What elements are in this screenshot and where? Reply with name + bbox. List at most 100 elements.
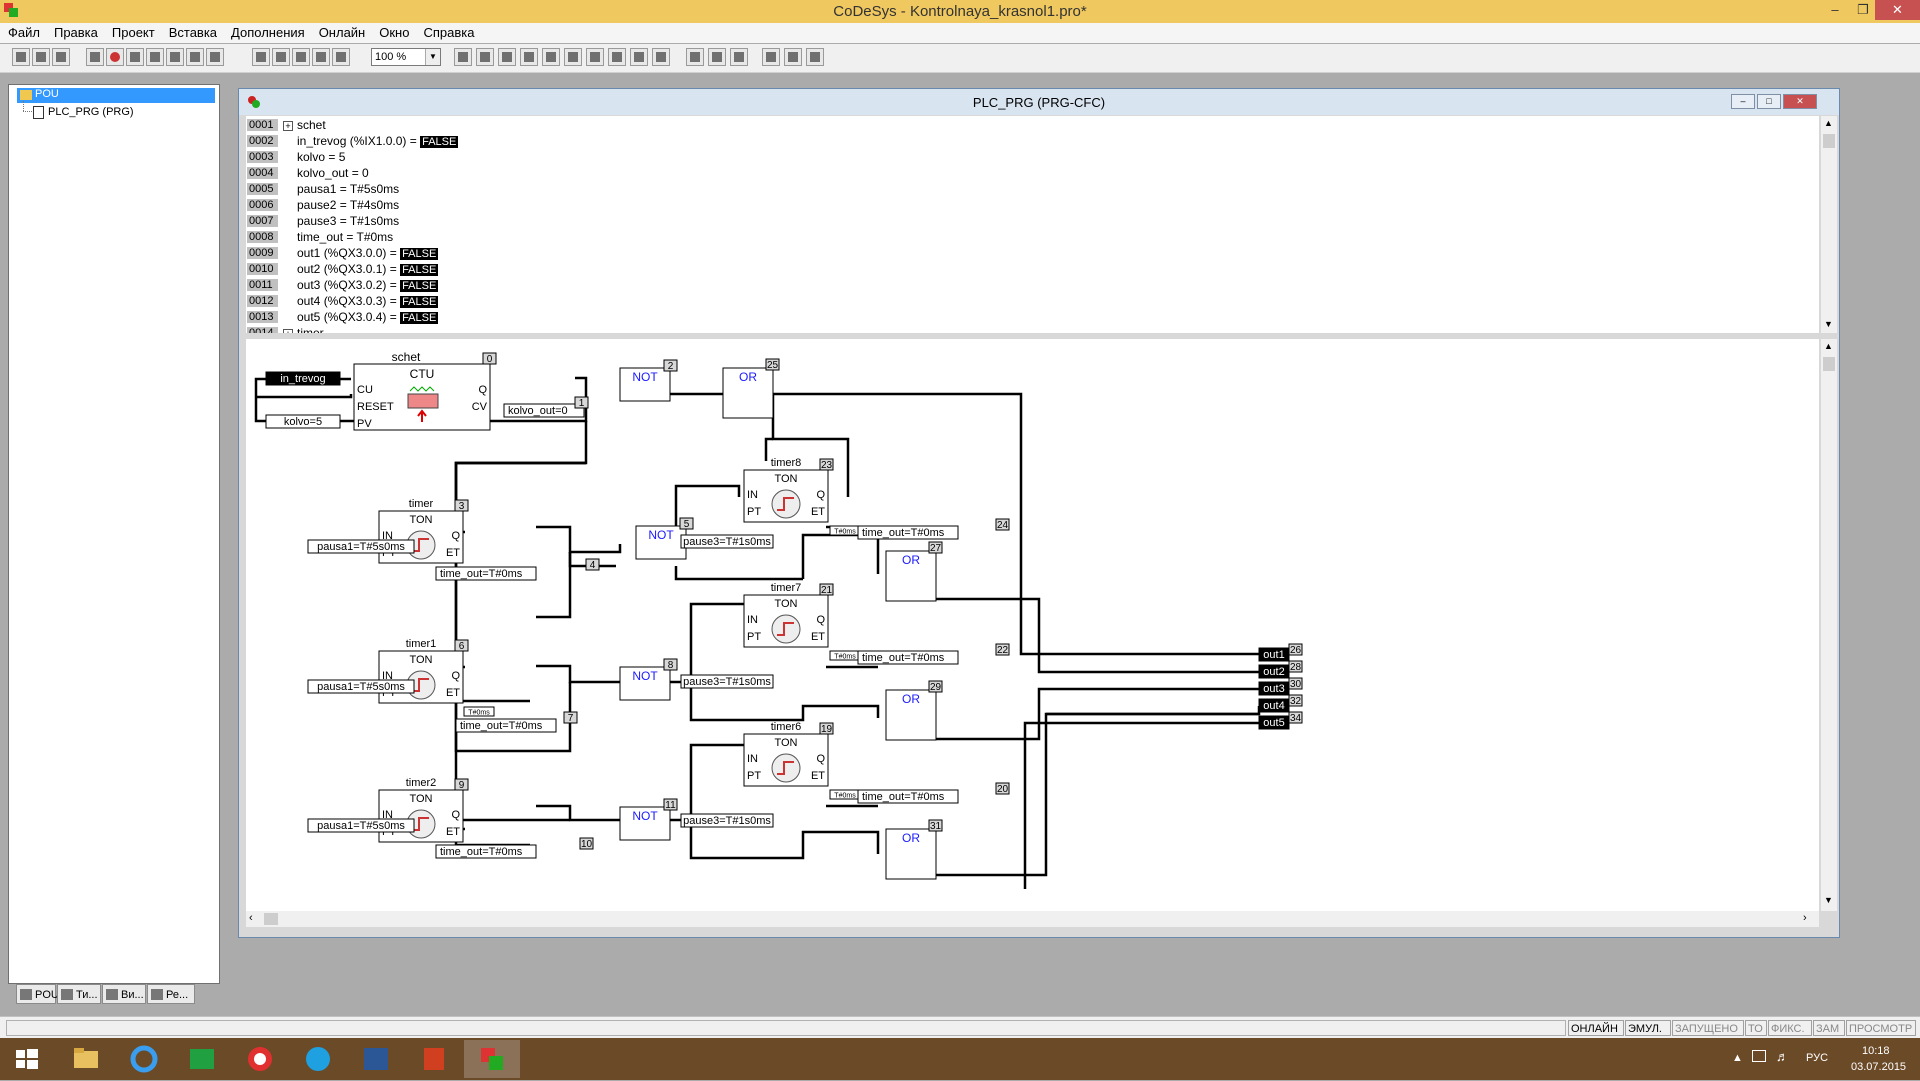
pdf-reader-icon[interactable] [406,1040,462,1078]
cfc-input-icon[interactable] [454,48,472,66]
paste-icon[interactable] [292,48,310,66]
chevron-up-icon[interactable]: ▲ [1824,341,1833,351]
clock-date[interactable]: 03.07.2015 [1851,1061,1906,1073]
find-next-icon[interactable] [332,48,350,66]
new-icon[interactable] [12,48,30,66]
chevron-down-icon[interactable]: ▼ [425,49,440,65]
cfc-label-icon[interactable] [542,48,560,66]
scroll-thumb[interactable] [1823,134,1835,148]
zoom-select[interactable]: 100 % ▼ [371,48,441,66]
skype-icon[interactable] [290,1040,346,1078]
yandex-browser-icon[interactable] [232,1040,288,1078]
cfc-set-reset-icon[interactable] [630,48,648,66]
order-first-icon[interactable] [762,48,780,66]
close-button[interactable]: ✕ [1875,0,1920,20]
declaration-line[interactable]: time_out = T#0ms [297,231,393,244]
step-icon[interactable] [146,48,164,66]
editor-close-button[interactable]: ✕ [1783,94,1817,109]
scroll-thumb[interactable] [1823,357,1835,371]
chevron-down-icon[interactable]: ▼ [1824,895,1833,905]
declaration-scrollbar[interactable]: ▲ ▼ [1821,116,1837,333]
declaration-line[interactable]: out4 (%QX3.0.3) = FALSE [297,295,439,309]
tab-resources[interactable]: Ре... [147,984,195,1004]
macro-in-icon[interactable] [708,48,726,66]
menu-help[interactable]: Справка [416,23,481,43]
declaration-line[interactable]: kolvo_out = 0 [297,167,369,180]
order-prev-icon[interactable] [784,48,802,66]
menu-project[interactable]: Проект [105,23,162,43]
declaration-text: schet [297,118,326,132]
restore-button[interactable]: ❐ [1848,0,1878,20]
word-icon[interactable] [348,1040,404,1078]
menu-edit[interactable]: Правка [47,23,105,43]
editor-maximize-button[interactable]: □ [1757,94,1781,109]
declaration-editor[interactable]: 0001 + schet 0002 in_trevog (%IX1.0.0) = FAL… [246,116,1819,333]
chevron-up-icon[interactable]: ▲ [1824,118,1833,128]
editor-splitter[interactable] [246,333,1837,338]
clock-time[interactable]: 10:18 [1862,1045,1890,1057]
release-force-icon[interactable] [206,48,224,66]
menu-window[interactable]: Окно [372,23,416,43]
tree-item-pou[interactable]: POU [17,88,215,103]
declaration-line[interactable]: pause2 = T#4s0ms [297,199,399,212]
force-values-icon[interactable] [186,48,204,66]
internet-explorer-icon[interactable] [116,1040,172,1078]
macro-out-icon[interactable] [730,48,748,66]
declaration-line[interactable]: out3 (%QX3.0.2) = FALSE [297,279,439,293]
cfc-comment-icon[interactable] [586,48,604,66]
timer-icon [771,753,801,783]
tab-pou[interactable]: POU [16,984,59,1004]
write-values-icon[interactable] [166,48,184,66]
cfc-enable-icon[interactable] [652,48,670,66]
cfc-return-icon[interactable] [564,48,582,66]
cfc-negate-icon[interactable] [608,48,626,66]
chevron-left-icon[interactable]: ‹ [249,912,253,924]
tab-types[interactable]: Ти... [57,984,101,1004]
codesys-taskbar-icon[interactable] [464,1040,520,1078]
cfc-jump-icon[interactable] [520,48,538,66]
tab-visualization[interactable]: Ви... [102,984,146,1004]
volume-icon[interactable]: ♬ [1776,1049,1789,1064]
open-icon[interactable] [32,48,50,66]
login-icon[interactable] [86,48,104,66]
chevron-right-icon[interactable]: › [1803,912,1807,924]
run-icon[interactable] [126,48,144,66]
cfc-canvas[interactable]: schet CTU CU RESET PV Q CV 0 in_trevog kolvo=5 kol… [246,339,1819,911]
menu-file[interactable]: Файл [1,23,47,43]
declaration-line[interactable]: out5 (%QX3.0.4) = FALSE [297,311,439,325]
declaration-line[interactable]: kolvo = 5 [297,151,345,164]
input-language[interactable]: РУС [1806,1052,1828,1064]
declaration-line[interactable]: pausa1 = T#5s0ms [297,183,399,196]
save-icon[interactable] [52,48,70,66]
order-next-icon[interactable] [806,48,824,66]
expand-icon[interactable]: + [283,121,293,131]
start-button[interactable] [0,1040,56,1078]
macro-icon[interactable] [686,48,704,66]
cfc-box-icon[interactable] [498,48,516,66]
scroll-thumb[interactable] [264,913,278,925]
pin-pt: PT [747,631,761,643]
find-icon[interactable] [312,48,330,66]
editor-minimize-button[interactable]: – [1731,94,1755,109]
cut-icon[interactable] [252,48,270,66]
cfc-vertical-scrollbar[interactable]: ▲ ▼ [1821,339,1837,911]
store-icon[interactable] [174,1040,230,1078]
copy-icon[interactable] [272,48,290,66]
menu-extras[interactable]: Дополнения [224,23,312,43]
stop-icon[interactable] [106,48,124,66]
menu-online[interactable]: Онлайн [312,23,373,43]
file-explorer-icon[interactable] [58,1040,114,1078]
show-hidden-icons-icon[interactable]: ▲ [1732,1052,1743,1064]
menu-insert[interactable]: Вставка [162,23,224,43]
declaration-line[interactable]: pause3 = T#1s0ms [297,215,399,228]
declaration-line[interactable]: out1 (%QX3.0.0) = FALSE [297,247,439,261]
minimize-button[interactable]: – [1820,0,1850,20]
cfc-output-icon[interactable] [476,48,494,66]
cfc-horizontal-scrollbar[interactable]: ‹ › [246,911,1819,927]
declaration-line[interactable]: in_trevog (%IX1.0.0) = FALSE [297,135,459,149]
declaration-line[interactable]: out2 (%QX3.0.1) = FALSE [297,263,439,277]
tree-item-plc-prg[interactable]: PLC_PRG (PRG) [33,106,134,119]
declaration-line[interactable]: schet [297,119,326,132]
chevron-down-icon[interactable]: ▼ [1824,319,1833,329]
network-icon[interactable] [1752,1050,1766,1062]
